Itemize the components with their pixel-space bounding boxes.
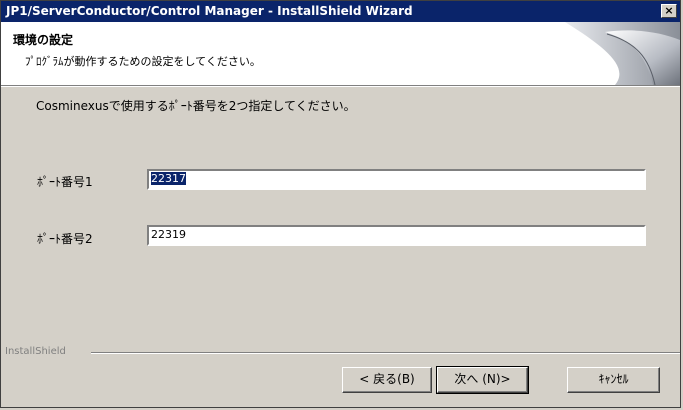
port1-input[interactable]: 22317 — [147, 169, 646, 190]
close-icon[interactable]: × — [661, 4, 677, 18]
footer-separator-highlight — [91, 353, 680, 354]
port1-value: 22317 — [151, 172, 186, 185]
window-title: JP1/ServerConductor/Control Manager - In… — [6, 4, 413, 18]
port1-label: ﾎﾟｰﾄ番号1 — [37, 175, 93, 189]
banner-subtitle: ﾌﾟﾛｸﾞﾗﾑが動作するための設定をしてください。 — [25, 55, 261, 68]
port2-value: 22319 — [151, 228, 186, 241]
header-banner: 環境の設定 ﾌﾟﾛｸﾞﾗﾑが動作するための設定をしてください。 — [1, 22, 680, 86]
banner-divider — [1, 86, 680, 87]
port2-input[interactable]: 22319 — [147, 225, 646, 246]
banner-title: 環境の設定 — [13, 33, 74, 47]
port2-label: ﾎﾟｰﾄ番号2 — [37, 232, 93, 246]
installer-window: JP1/ServerConductor/Control Manager - In… — [0, 0, 681, 408]
banner-logo-graphic — [545, 22, 680, 85]
installshield-brand: InstallShield — [5, 346, 66, 357]
instruction-text: Cosminexusで使用するﾎﾟｰﾄ番号を2つ指定してください。 — [36, 99, 356, 113]
next-button[interactable]: 次へ (N)> — [436, 366, 529, 394]
back-button[interactable]: < 戻る(B) — [342, 367, 432, 393]
cancel-button[interactable]: ｷｬﾝｾﾙ — [567, 367, 660, 393]
title-bar[interactable]: JP1/ServerConductor/Control Manager - In… — [1, 1, 680, 22]
